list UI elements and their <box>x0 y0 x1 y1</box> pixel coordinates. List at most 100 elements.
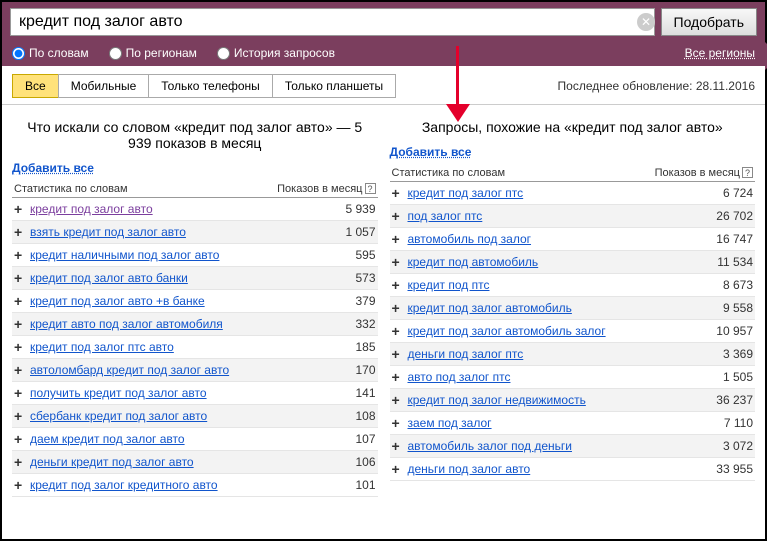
keyword-link[interactable]: кредит под залог автомобиль залог <box>408 324 694 338</box>
keyword-link[interactable]: даем кредит под залог авто <box>30 432 316 446</box>
count: 16 747 <box>693 232 753 246</box>
count: 11 534 <box>693 255 753 269</box>
search-bar: ✕ Подобрать <box>2 2 765 42</box>
table-row: +даем кредит под залог авто107 <box>12 428 378 451</box>
keyword-link[interactable]: кредит под залог птс <box>408 186 694 200</box>
table-row: +кредит под автомобиль11 534 <box>390 251 756 274</box>
keyword-link[interactable]: авто под залог птс <box>408 370 694 384</box>
add-icon[interactable]: + <box>14 270 30 286</box>
add-icon[interactable]: + <box>392 392 408 408</box>
count: 106 <box>316 455 376 469</box>
table-row: +кредит наличными под залог авто595 <box>12 244 378 267</box>
keyword-link[interactable]: кредит наличными под залог авто <box>30 248 316 262</box>
count: 1 505 <box>693 370 753 384</box>
keyword-link[interactable]: под залог птс <box>408 209 694 223</box>
add-icon[interactable]: + <box>392 415 408 431</box>
add-all-left[interactable]: Добавить все <box>12 161 94 175</box>
keyword-link[interactable]: заем под залог <box>408 416 694 430</box>
add-icon[interactable]: + <box>392 231 408 247</box>
tab-all[interactable]: Все <box>12 74 59 98</box>
tab-tablets[interactable]: Только планшеты <box>272 74 396 98</box>
add-icon[interactable]: + <box>14 316 30 332</box>
radio-history[interactable]: История запросов <box>217 46 335 60</box>
add-icon[interactable]: + <box>392 346 408 362</box>
keyword-link[interactable]: кредит под залог авто <box>30 202 316 216</box>
add-icon[interactable]: + <box>14 408 30 424</box>
add-icon[interactable]: + <box>14 362 30 378</box>
add-icon[interactable]: + <box>392 185 408 201</box>
search-input[interactable] <box>10 8 655 36</box>
left-column: Что искали со словом «кредит под залог а… <box>12 113 378 497</box>
keyword-link[interactable]: взять кредит под залог авто <box>30 225 316 239</box>
count: 10 957 <box>693 324 753 338</box>
add-icon[interactable]: + <box>392 277 408 293</box>
keyword-link[interactable]: кредит авто под залог автомобиля <box>30 317 316 331</box>
keyword-link[interactable]: деньги под залог птс <box>408 347 694 361</box>
table-row: +кредит авто под залог автомобиля332 <box>12 313 378 336</box>
add-all-right[interactable]: Добавить все <box>390 145 472 159</box>
add-icon[interactable]: + <box>14 247 30 263</box>
filter-bar: По словам По регионам История запросов В… <box>2 42 765 66</box>
count: 107 <box>316 432 376 446</box>
table-row: +авто под залог птс1 505 <box>390 366 756 389</box>
add-icon[interactable]: + <box>392 208 408 224</box>
regions-link[interactable]: Все регионы <box>685 46 755 60</box>
add-icon[interactable]: + <box>14 339 30 355</box>
keyword-link[interactable]: деньги кредит под залог авто <box>30 455 316 469</box>
right-title: Запросы, похожие на «кредит под залог ав… <box>390 113 756 145</box>
add-icon[interactable]: + <box>14 454 30 470</box>
add-icon[interactable]: + <box>392 461 408 477</box>
help-icon[interactable]: ? <box>365 183 376 194</box>
add-icon[interactable]: + <box>392 438 408 454</box>
tab-phones[interactable]: Только телефоны <box>148 74 273 98</box>
keyword-link[interactable]: сбербанк кредит под залог авто <box>30 409 316 423</box>
add-icon[interactable]: + <box>14 224 30 240</box>
last-updated: Последнее обновление: 28.11.2016 <box>558 79 755 93</box>
add-icon[interactable]: + <box>14 477 30 493</box>
keyword-link[interactable]: деньги под залог авто <box>408 462 694 476</box>
keyword-link[interactable]: автомобиль залог под деньги <box>408 439 694 453</box>
radio-by-regions[interactable]: По регионам <box>109 46 197 60</box>
count: 26 702 <box>693 209 753 223</box>
add-icon[interactable]: + <box>392 323 408 339</box>
keyword-link[interactable]: кредит под залог птс авто <box>30 340 316 354</box>
count: 8 673 <box>693 278 753 292</box>
count: 101 <box>316 478 376 492</box>
help-icon[interactable]: ? <box>742 167 753 178</box>
radio-by-words[interactable]: По словам <box>12 46 89 60</box>
add-icon[interactable]: + <box>14 201 30 217</box>
submit-button[interactable]: Подобрать <box>661 8 758 36</box>
keyword-link[interactable]: получить кредит под залог авто <box>30 386 316 400</box>
table-row: +деньги под залог авто33 955 <box>390 458 756 481</box>
keyword-link[interactable]: кредит под залог кредитного авто <box>30 478 316 492</box>
clear-icon[interactable]: ✕ <box>637 13 655 31</box>
right-table-head: Статистика по словам Показов в месяц? <box>390 163 756 182</box>
keyword-link[interactable]: автомобиль под залог <box>408 232 694 246</box>
count: 9 558 <box>693 301 753 315</box>
table-row: +кредит под залог авто5 939 <box>12 198 378 221</box>
count: 33 955 <box>693 462 753 476</box>
tab-mobile[interactable]: Мобильные <box>58 74 150 98</box>
add-icon[interactable]: + <box>392 369 408 385</box>
table-row: +деньги кредит под залог авто106 <box>12 451 378 474</box>
right-column: Запросы, похожие на «кредит под залог ав… <box>390 113 756 497</box>
keyword-link[interactable]: кредит под залог авто банки <box>30 271 316 285</box>
tabs-row: Все Мобильные Только телефоны Только пла… <box>2 66 765 105</box>
add-icon[interactable]: + <box>14 431 30 447</box>
add-icon[interactable]: + <box>14 293 30 309</box>
count: 36 237 <box>693 393 753 407</box>
table-row: +заем под залог7 110 <box>390 412 756 435</box>
table-row: +получить кредит под залог авто141 <box>12 382 378 405</box>
keyword-link[interactable]: кредит под залог авто +в банке <box>30 294 316 308</box>
keyword-link[interactable]: кредит под залог автомобиль <box>408 301 694 315</box>
keyword-link[interactable]: кредит под птс <box>408 278 694 292</box>
keyword-link[interactable]: автоломбард кредит под залог авто <box>30 363 316 377</box>
add-icon[interactable]: + <box>14 385 30 401</box>
keyword-link[interactable]: кредит под автомобиль <box>408 255 694 269</box>
table-row: +кредит под залог автомобиль залог10 957 <box>390 320 756 343</box>
table-row: +автомобиль под залог16 747 <box>390 228 756 251</box>
count: 379 <box>316 294 376 308</box>
add-icon[interactable]: + <box>392 254 408 270</box>
add-icon[interactable]: + <box>392 300 408 316</box>
keyword-link[interactable]: кредит под залог недвижимость <box>408 393 694 407</box>
